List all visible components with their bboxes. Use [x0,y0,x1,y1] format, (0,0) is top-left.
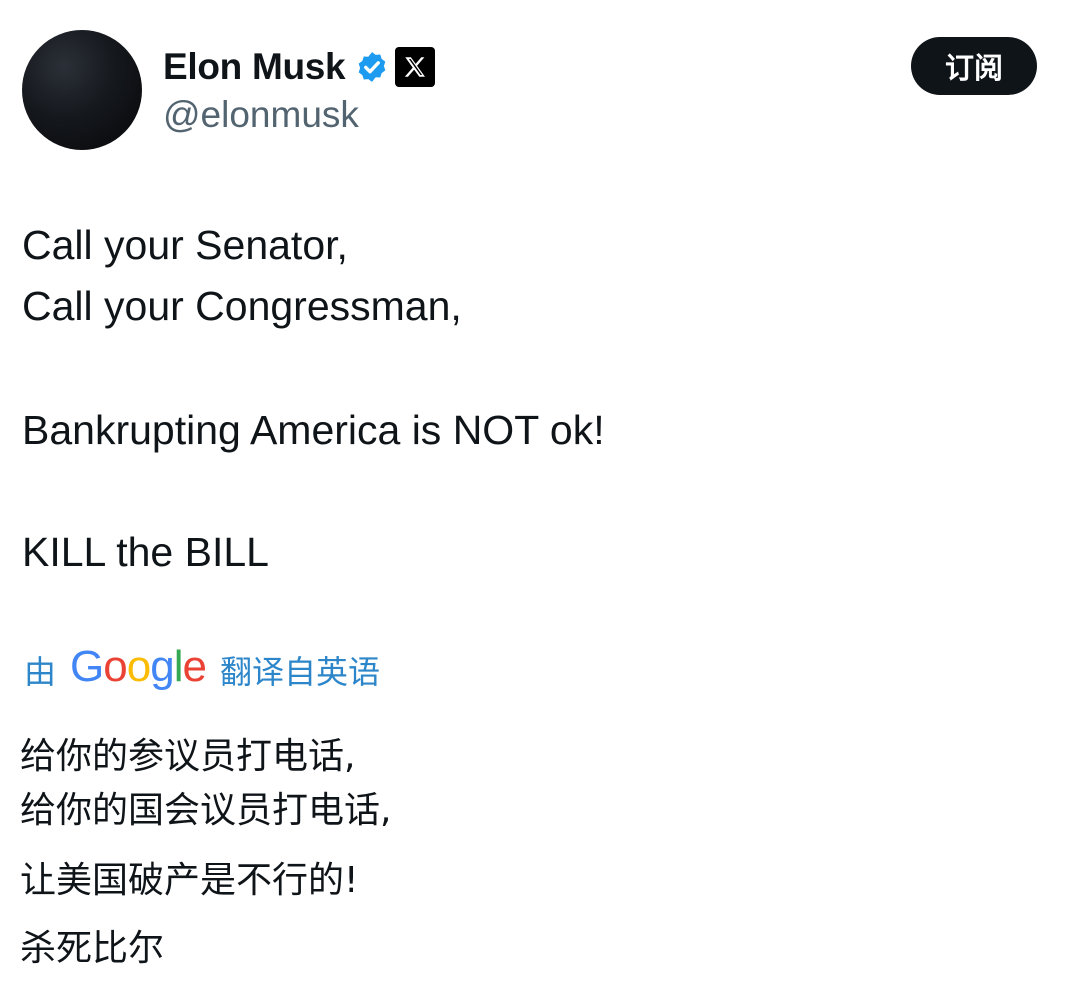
tweet-card: Elon Musk @elonmusk 订阅 Call your Senator… [0,0,1080,1006]
verified-badge-icon [355,50,389,84]
x-logo-icon[interactable] [395,47,436,87]
translated-text-line: 给你的国会议员打电话, [20,790,392,831]
translation-source-label[interactable]: 翻译自英语 [220,647,380,693]
translated-text-line: 给你的参议员打电话, [20,736,356,777]
tweet-text-line: Call your Senator, [22,222,348,268]
author-name-row: Elon Musk [163,42,436,92]
translation-prefix: 由 [24,653,57,691]
tweet-text-line: Call your Congressman, [22,283,462,329]
tweet-text-line: KILL the BILL [22,529,269,575]
translation-attribution[interactable]: 由 Google 翻译自英语 [24,642,380,698]
author-handle[interactable]: @elonmusk [163,94,359,136]
tweet-text-line: Bankrupting America is NOT ok! [22,407,605,453]
translated-text-line: 让美国破产是不行的! [20,860,359,901]
translated-text-line: 杀死比尔 [20,928,165,969]
avatar[interactable] [22,30,142,150]
subscribe-button[interactable]: 订阅 [911,37,1037,95]
author-display-name[interactable]: Elon Musk [163,46,346,88]
google-logo: Google [70,642,207,691]
